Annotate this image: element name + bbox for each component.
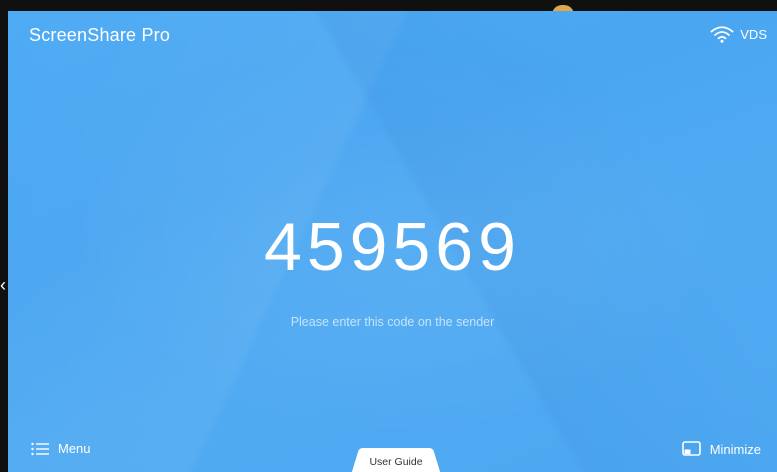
pairing-hint: Please enter this code on the sender (290, 315, 495, 329)
device-frame: ‹ ScreenShare Pro VDS 459569 Please ente… (0, 0, 777, 472)
wifi-icon (710, 26, 734, 43)
edge-artifact: ‹ (0, 275, 6, 295)
user-guide-label: User Guide (369, 456, 423, 468)
user-guide-tab[interactable]: User Guide (350, 448, 442, 472)
menu-button[interactable]: Menu (31, 441, 91, 456)
screenshare-screen: ScreenShare Pro VDS 459569 Please enter … (8, 11, 777, 472)
network-name: VDS (740, 26, 767, 42)
minimize-label: Minimize (709, 441, 761, 457)
app-title: ScreenShare Pro (29, 25, 171, 45)
minimize-window-icon (681, 441, 701, 456)
minimize-button[interactable]: Minimize (681, 441, 761, 457)
menu-list-icon (31, 442, 49, 455)
network-status: VDS (710, 25, 767, 43)
pairing-code: 459569 (264, 209, 521, 285)
menu-label: Menu (58, 441, 91, 456)
